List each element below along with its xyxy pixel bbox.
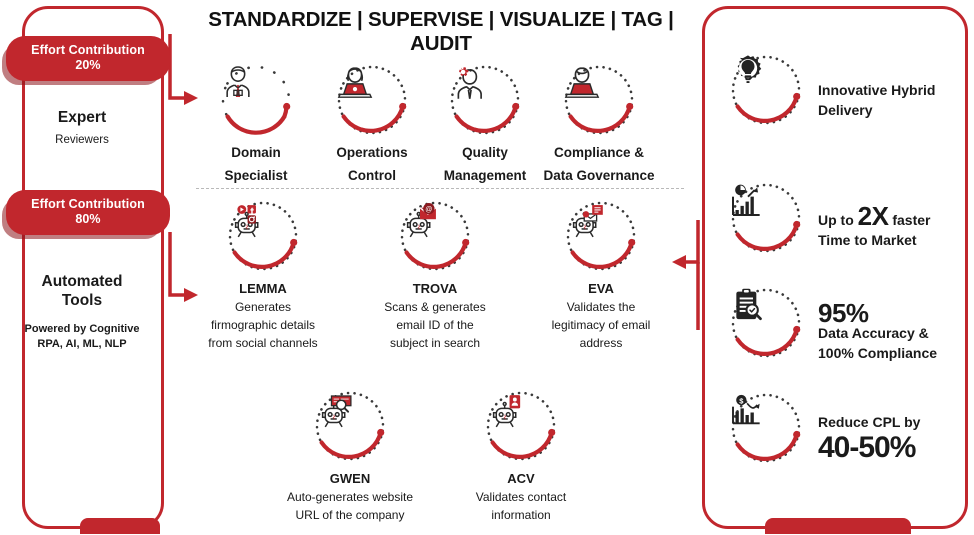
tool-desc-line2: email ID of the: [396, 318, 474, 332]
benefit-time-to-market: Up to 2X faster Time to Market: [728, 180, 968, 276]
growth-chart-icon: [728, 180, 804, 256]
benefit-data-accuracy: 95% Data Accuracy & 100% Compliance: [728, 285, 968, 381]
tool-desc-line1: Generates: [234, 300, 292, 314]
tool-desc-line1: Scans & generates: [384, 300, 486, 314]
benefit-2-suffix: faster: [888, 212, 931, 228]
benefit-2-highlight: 2X: [857, 201, 889, 231]
benefit-3-text: 95% Data Accuracy & 100% Compliance: [818, 298, 968, 363]
powered-by-line2: RPA, AI, ML, NLP: [37, 338, 127, 350]
person-laptop-governance-icon: [561, 62, 637, 138]
role-label-line1: Compliance &: [553, 145, 645, 160]
ring-benefit-3: [728, 285, 804, 361]
ring-compliance-data-governance: [561, 62, 637, 138]
benefit-2-line2: Time to Market: [818, 232, 917, 248]
benefit-innovative-hybrid-delivery: Innovative Hybrid Delivery: [728, 52, 968, 148]
tool-desc-line1: Auto-generates website: [286, 490, 414, 504]
benefit-1-line2: Delivery: [818, 102, 873, 118]
benefit-4-line1: Reduce CPL by: [818, 414, 921, 430]
robot-search-web-icon: [312, 388, 388, 464]
person-laptop-icon: [334, 62, 410, 138]
person-gear-icon: [447, 62, 523, 138]
section-divider: [196, 188, 684, 189]
benefit-reduce-cpl: $ Reduce CPL by 40-50%: [728, 390, 968, 486]
tool-node-gwen: GWEN Auto-generates website URL of the c…: [275, 388, 425, 523]
tool-desc-line2: information: [491, 508, 551, 522]
robot-contact-card-icon: [483, 388, 559, 464]
automated-title-line2: Tools: [61, 292, 103, 309]
badge-effort-contribution-80: Effort Contribution 80%: [6, 190, 170, 235]
ring-operations-control: [334, 62, 410, 138]
benefit-4-highlight: 40-50%: [818, 431, 916, 464]
ring-benefit-2: [728, 180, 804, 256]
tool-desc-line3: from social channels: [208, 336, 318, 350]
ring-acv: [483, 388, 559, 464]
tool-name: LEMMA: [239, 281, 287, 296]
powered-by-line1: Powered by Cognitive: [24, 323, 140, 335]
benefit-1-line1: Innovative Hybrid: [818, 82, 936, 98]
arrow-to-tools: [168, 232, 190, 297]
clipboard-magnifier-icon: [728, 285, 804, 361]
tool-desc-line3: subject in search: [389, 336, 481, 350]
tool-desc-line1: Validates contact: [475, 490, 567, 504]
tool-node-eva: EVA Validates the legitimacy of email ad…: [526, 198, 676, 351]
benefit-4-text: Reduce CPL by 40-50%: [818, 412, 968, 464]
robot-email-icon: @: [397, 198, 473, 274]
expert-reviewers-block: Expert Reviewers: [0, 108, 164, 147]
robot-email-validate-icon: [563, 198, 639, 274]
ring-domain-specialist: [218, 62, 294, 138]
ring-benefit-1: [728, 52, 804, 128]
benefit-1-text: Innovative Hybrid Delivery: [818, 80, 968, 120]
tool-name: ACV: [507, 471, 535, 486]
person-suit-tie-icon: [218, 62, 294, 138]
ring-gwen: [312, 388, 388, 464]
expert-title: Expert: [57, 109, 107, 126]
badge-bottom-line2: 80%: [75, 212, 101, 226]
robot-social-icon: [225, 198, 301, 274]
automated-title-line1: Automated: [41, 273, 123, 290]
ring-quality-management: [447, 62, 523, 138]
benefit-3-highlight: 95%: [818, 298, 869, 328]
benefit-3-line1: Data Accuracy &: [818, 325, 929, 341]
ring-eva: [563, 198, 639, 274]
left-panel-bottom-tab: [80, 518, 160, 534]
benefit-2-text: Up to 2X faster Time to Market: [818, 203, 968, 250]
ring-benefit-4: $: [728, 390, 804, 466]
automated-tools-block: Automated Tools Powered by Cognitive RPA…: [0, 272, 164, 351]
infographic-root: Effort Contribution 20% Expert Reviewers…: [0, 0, 974, 535]
tool-name: TROVA: [412, 281, 458, 296]
tool-desc-line1: Validates the: [566, 300, 636, 314]
arrow-from-benefits-a: [682, 220, 700, 264]
tool-node-trova: @ TROVA Scans & generates email ID of th…: [360, 198, 510, 351]
tool-desc-line2: URL of the company: [295, 508, 405, 522]
badge-top-line2: 20%: [75, 58, 101, 72]
badge-effort-contribution-20: Effort Contribution 20%: [6, 36, 170, 81]
tool-desc-line2: firmographic details: [210, 318, 316, 332]
tool-name: GWEN: [329, 471, 371, 486]
badge-top-line1: Effort Contribution: [31, 43, 145, 57]
badge-bottom-line1: Effort Contribution: [31, 197, 145, 211]
svg-text:@: @: [425, 207, 432, 214]
declining-cost-chart-icon: $: [728, 390, 804, 466]
right-panel-bottom-tab: [765, 518, 911, 534]
lightbulb-gear-icon: [728, 52, 804, 128]
expert-subtitle: Reviewers: [55, 134, 109, 146]
tool-desc-line3: address: [579, 336, 623, 350]
page-title: STANDARDIZE | SUPERVISE | VISUALIZE | TA…: [208, 8, 674, 55]
role-node-compliance-data-governance: Compliance & Data Governance: [524, 62, 674, 184]
tool-desc-line2: legitimacy of email: [551, 318, 651, 332]
tool-node-acv: ACV Validates contact information: [446, 388, 596, 523]
tool-node-lemma: LEMMA Generates firmographic details fro…: [188, 198, 338, 351]
left-panel: [22, 6, 164, 534]
tool-name: EVA: [588, 281, 614, 296]
ring-lemma: [225, 198, 301, 274]
ring-trova: @: [397, 198, 473, 274]
role-label-line2: Data Governance: [543, 168, 655, 183]
benefit-3-line2: 100% Compliance: [818, 345, 938, 361]
benefit-2-prefix: Up to: [818, 212, 858, 228]
